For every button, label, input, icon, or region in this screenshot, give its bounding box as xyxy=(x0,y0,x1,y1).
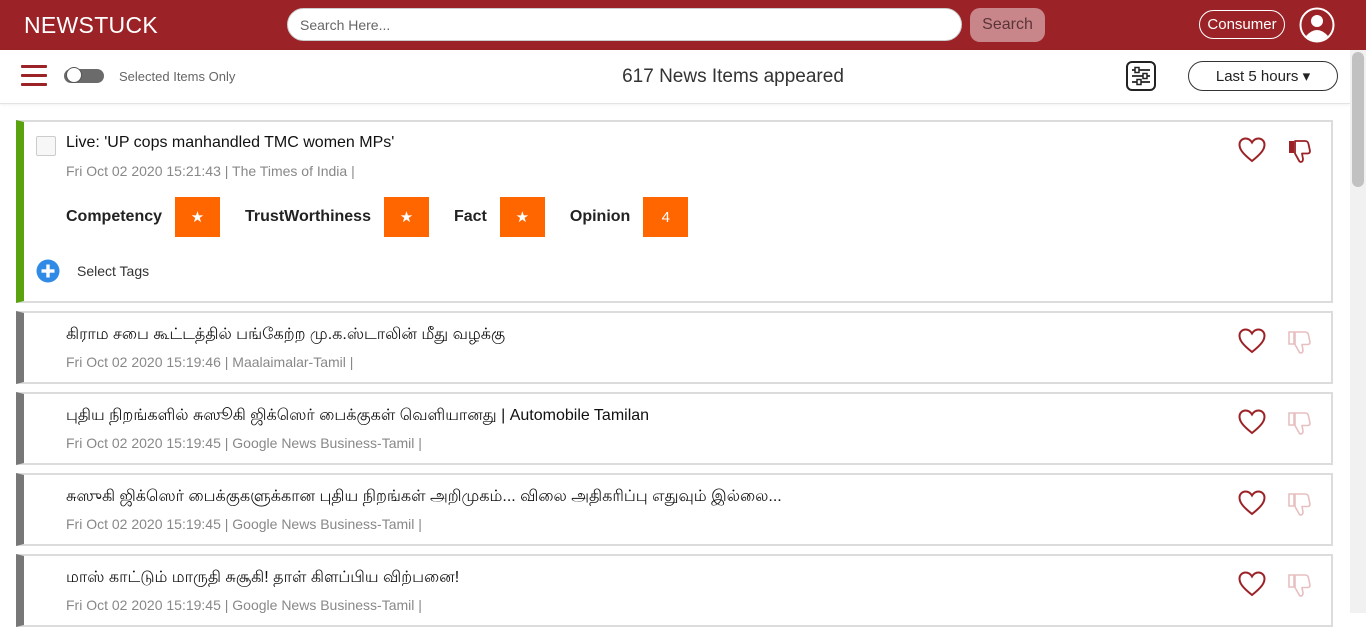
vertical-scrollbar[interactable] xyxy=(1350,50,1366,613)
rating-box-opinion[interactable]: 4 xyxy=(643,197,689,237)
news-meta: Fri Oct 02 2020 15:19:45 | Google News B… xyxy=(66,516,422,532)
rating-label-competency: Competency xyxy=(66,208,163,225)
toolbar: Selected Items Only 617 News Items appea… xyxy=(0,50,1350,104)
news-item[interactable]: சுஸுகி ஜிக்ஸெர் பைக்குகளுக்கான புதிய நிற… xyxy=(16,473,1333,546)
selected-only-toggle[interactable] xyxy=(64,67,104,83)
rating-box-fact[interactable]: ★ xyxy=(499,197,545,237)
add-tag-icon[interactable] xyxy=(36,259,60,283)
thumbs-down-icon[interactable] xyxy=(1286,329,1312,355)
news-title[interactable]: சுஸுகி ஜிக்ஸெர் பைக்குகளுக்கான புதிய நிற… xyxy=(66,487,782,507)
heart-icon[interactable] xyxy=(1238,571,1266,597)
heart-icon[interactable] xyxy=(1238,490,1266,516)
heart-icon[interactable] xyxy=(1238,328,1266,354)
thumbs-down-icon[interactable] xyxy=(1286,138,1312,164)
news-item[interactable]: மாஸ் காட்டும் மாருதி சுசூகி! தாள் கிளப்ப… xyxy=(16,554,1333,627)
top-navbar: NEWSTUCK Search Consumer xyxy=(0,0,1366,50)
news-item[interactable]: புதிய நிறங்களில் சுஸூகி ஜிக்ஸெர் பைக்குக… xyxy=(16,392,1333,465)
news-title[interactable]: கிராம சபை கூட்டத்தில் பங்கேற்ற மு.க.ஸ்டா… xyxy=(66,325,505,345)
select-tags-label[interactable]: Select Tags xyxy=(77,263,149,279)
search-input[interactable] xyxy=(287,8,962,41)
rating-box-trustworthiness[interactable]: ★ xyxy=(383,197,429,237)
news-meta: Fri Oct 02 2020 15:19:45 | Google News B… xyxy=(66,435,422,451)
consumer-mode-button[interactable]: Consumer xyxy=(1199,10,1285,39)
heart-icon[interactable] xyxy=(1238,137,1266,163)
news-count-text: 617 News Items appeared xyxy=(622,66,844,87)
time-range-dropdown[interactable]: Last 5 hours ▾ xyxy=(1188,61,1338,91)
hamburger-menu-icon[interactable] xyxy=(21,65,47,87)
search-button[interactable]: Search xyxy=(970,8,1045,42)
filter-sliders-icon[interactable] xyxy=(1126,61,1156,91)
selected-only-label: Selected Items Only xyxy=(119,69,236,84)
news-title[interactable]: மாஸ் காட்டும் மாருதி சுசூகி! தாள் கிளப்ப… xyxy=(66,568,459,588)
ratings-row: Competency ★ TrustWorthiness ★ Fact ★ Op… xyxy=(66,196,713,238)
news-item-expanded[interactable]: Live: 'UP cops manhandled TMC women MPs'… xyxy=(16,120,1333,303)
news-meta: Fri Oct 02 2020 15:21:43 | The Times of … xyxy=(66,163,355,179)
thumbs-down-icon[interactable] xyxy=(1286,410,1312,436)
news-title[interactable]: Live: 'UP cops manhandled TMC women MPs' xyxy=(66,134,394,152)
news-title[interactable]: புதிய நிறங்களில் சுஸூகி ஜிக்ஸெர் பைக்குக… xyxy=(66,406,649,426)
rating-label-trustworthiness: TrustWorthiness xyxy=(245,208,371,225)
user-circle-icon[interactable] xyxy=(1299,7,1335,43)
news-meta: Fri Oct 02 2020 15:19:45 | Google News B… xyxy=(66,597,422,613)
news-meta: Fri Oct 02 2020 15:19:46 | Maalaimalar-T… xyxy=(66,354,354,370)
heart-icon[interactable] xyxy=(1238,409,1266,435)
rating-label-opinion: Opinion xyxy=(569,208,631,225)
thumbs-down-icon[interactable] xyxy=(1286,491,1312,517)
scrollbar-thumb[interactable] xyxy=(1352,52,1364,187)
caret-down-icon: ▾ xyxy=(1302,68,1311,85)
rating-box-competency[interactable]: ★ xyxy=(175,197,221,237)
news-item[interactable]: கிராம சபை கூட்டத்தில் பங்கேற்ற மு.க.ஸ்டா… xyxy=(16,311,1333,384)
time-range-label: Last 5 hours xyxy=(1215,68,1299,85)
thumbs-down-icon[interactable] xyxy=(1286,572,1312,598)
rating-label-fact: Fact xyxy=(453,208,487,225)
select-checkbox[interactable] xyxy=(36,136,56,156)
brand-logo[interactable]: NEWSTUCK xyxy=(24,12,158,39)
